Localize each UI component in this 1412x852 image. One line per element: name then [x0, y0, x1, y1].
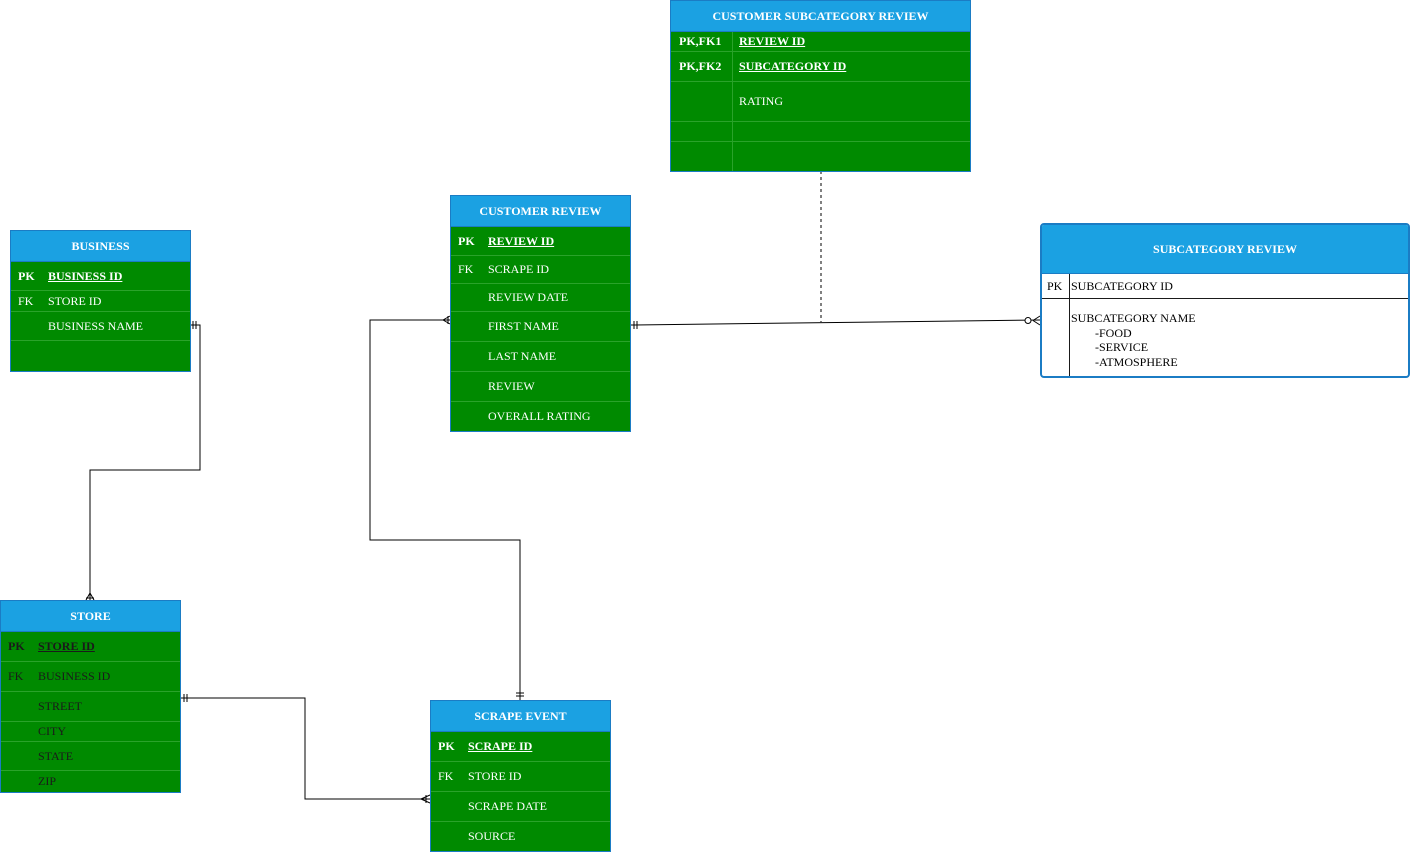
entity-row: FIRST NAME [451, 312, 630, 342]
row-name: STATE [38, 748, 74, 763]
row-name: BUSINESS ID [48, 268, 123, 283]
entity-title: CUSTOMER REVIEW [451, 196, 630, 227]
row-key: PK [1042, 274, 1070, 298]
row-name: SUBCATEGORY ID [1071, 278, 1173, 293]
entity-row [11, 341, 190, 371]
rel-review-subcategory [630, 319, 1041, 326]
entity-row: FK SCRAPE ID [451, 256, 630, 284]
row-key [1042, 299, 1070, 376]
entity-row: REVIEW DATE [451, 284, 630, 312]
entity-row: PK STORE ID [1, 632, 180, 662]
row-key: PK [18, 268, 35, 283]
row-key: PK [458, 233, 475, 248]
entity-row: PK,FK1 REVIEW ID [671, 32, 970, 52]
row-name: STREET [38, 699, 82, 713]
row-key: PK,FK1 [679, 34, 722, 48]
entity-title: SUBCATEGORY REVIEW [1042, 225, 1408, 274]
entity-row: FK BUSINESS ID [1, 662, 180, 692]
entity-title: CUSTOMER SUBCATEGORY REVIEW [671, 1, 970, 32]
row-name: STORE ID [468, 769, 522, 783]
rel-store-scrape [181, 697, 430, 800]
entity-row: ZIP [1, 771, 180, 792]
option-food: -FOOD [1095, 325, 1132, 340]
row-key: PK [438, 739, 455, 753]
row-key: PK,FK2 [679, 59, 722, 73]
entity-row: REVIEW [451, 372, 630, 402]
row-name: OVERALL RATING [488, 409, 591, 423]
row-name: LAST NAME [488, 349, 557, 363]
entity-store[interactable]: STORE PK STORE ID FK BUSINESS ID STREET … [0, 600, 181, 793]
row-key: FK [438, 769, 454, 783]
entity-row: PK SCRAPE ID [431, 732, 610, 762]
row-key: FK [458, 262, 474, 276]
row-name: STORE ID [48, 293, 102, 308]
row-name: SCRAPE ID [468, 739, 533, 753]
row-name: REVIEW ID [739, 34, 806, 48]
entity-title: STORE [1, 601, 180, 632]
row-key: FK [8, 669, 24, 683]
entity-title: SCRAPE EVENT [431, 701, 610, 732]
entity-row: PK SUBCATEGORY ID [1042, 274, 1408, 299]
option-service: -SERVICE [1095, 340, 1149, 354]
row-name: SUBCATEGORY ID [739, 59, 847, 73]
entity-row [671, 142, 970, 171]
row-name: SCRAPE DATE [468, 799, 548, 813]
row-name: REVIEW DATE [488, 290, 569, 304]
entity-customer-subcategory-review[interactable]: CUSTOMER SUBCATEGORY REVIEW PK,FK1 REVIE… [670, 0, 971, 172]
row-name: FIRST NAME [488, 319, 559, 333]
row-name: BUSINESS ID [38, 669, 111, 683]
option-atmosphere: -ATMOSPHERE [1095, 354, 1178, 369]
entity-row: PK BUSINESS ID [11, 262, 190, 291]
row-name: ZIP [38, 774, 56, 788]
row-name: REVIEW [488, 379, 535, 393]
entity-row: FK STORE ID [431, 762, 610, 792]
entity-title: BUSINESS [11, 231, 190, 262]
row-name: SCRAPE ID [488, 262, 550, 276]
entity-row: FK STORE ID [11, 291, 190, 312]
entity-row: PK,FK2 SUBCATEGORY ID [671, 52, 970, 82]
entity-row: STATE [1, 742, 180, 771]
row-name: SOURCE [468, 829, 516, 843]
row-name: STORE ID [38, 639, 95, 653]
row-name: REVIEW ID [488, 233, 555, 248]
entity-row: STREET [1, 692, 180, 722]
entity-row: RATING [671, 82, 970, 122]
entity-row: SUBCATEGORY NAME -FOOD -SERVICE -ATMOSPH… [1042, 299, 1408, 376]
row-key: PK [8, 639, 25, 653]
row-key: FK [18, 293, 34, 308]
entity-subcategory-review[interactable]: SUBCATEGORY REVIEW PK SUBCATEGORY ID SUB… [1040, 223, 1410, 378]
entity-row [671, 122, 970, 142]
entity-row: CITY [1, 722, 180, 742]
row-name: BUSINESS NAME [48, 318, 144, 333]
entity-customer-review[interactable]: CUSTOMER REVIEW PK REVIEW ID FK SCRAPE I… [450, 195, 631, 432]
entity-row: SCRAPE DATE [431, 792, 610, 822]
entity-row: OVERALL RATING [451, 402, 630, 431]
entity-row: BUSINESS NAME [11, 312, 190, 341]
entity-row: LAST NAME [451, 342, 630, 372]
entity-row: SOURCE [431, 822, 610, 851]
entity-scrape-event[interactable]: SCRAPE EVENT PK SCRAPE ID FK STORE ID SC… [430, 700, 611, 852]
row-name: SUBCATEGORY NAME [1071, 311, 1196, 325]
row-name: RATING [739, 94, 783, 108]
entity-row: PK REVIEW ID [451, 227, 630, 256]
row-name: CITY [38, 724, 66, 738]
entity-business[interactable]: BUSINESS PK BUSINESS ID FK STORE ID BUSI… [10, 230, 191, 372]
